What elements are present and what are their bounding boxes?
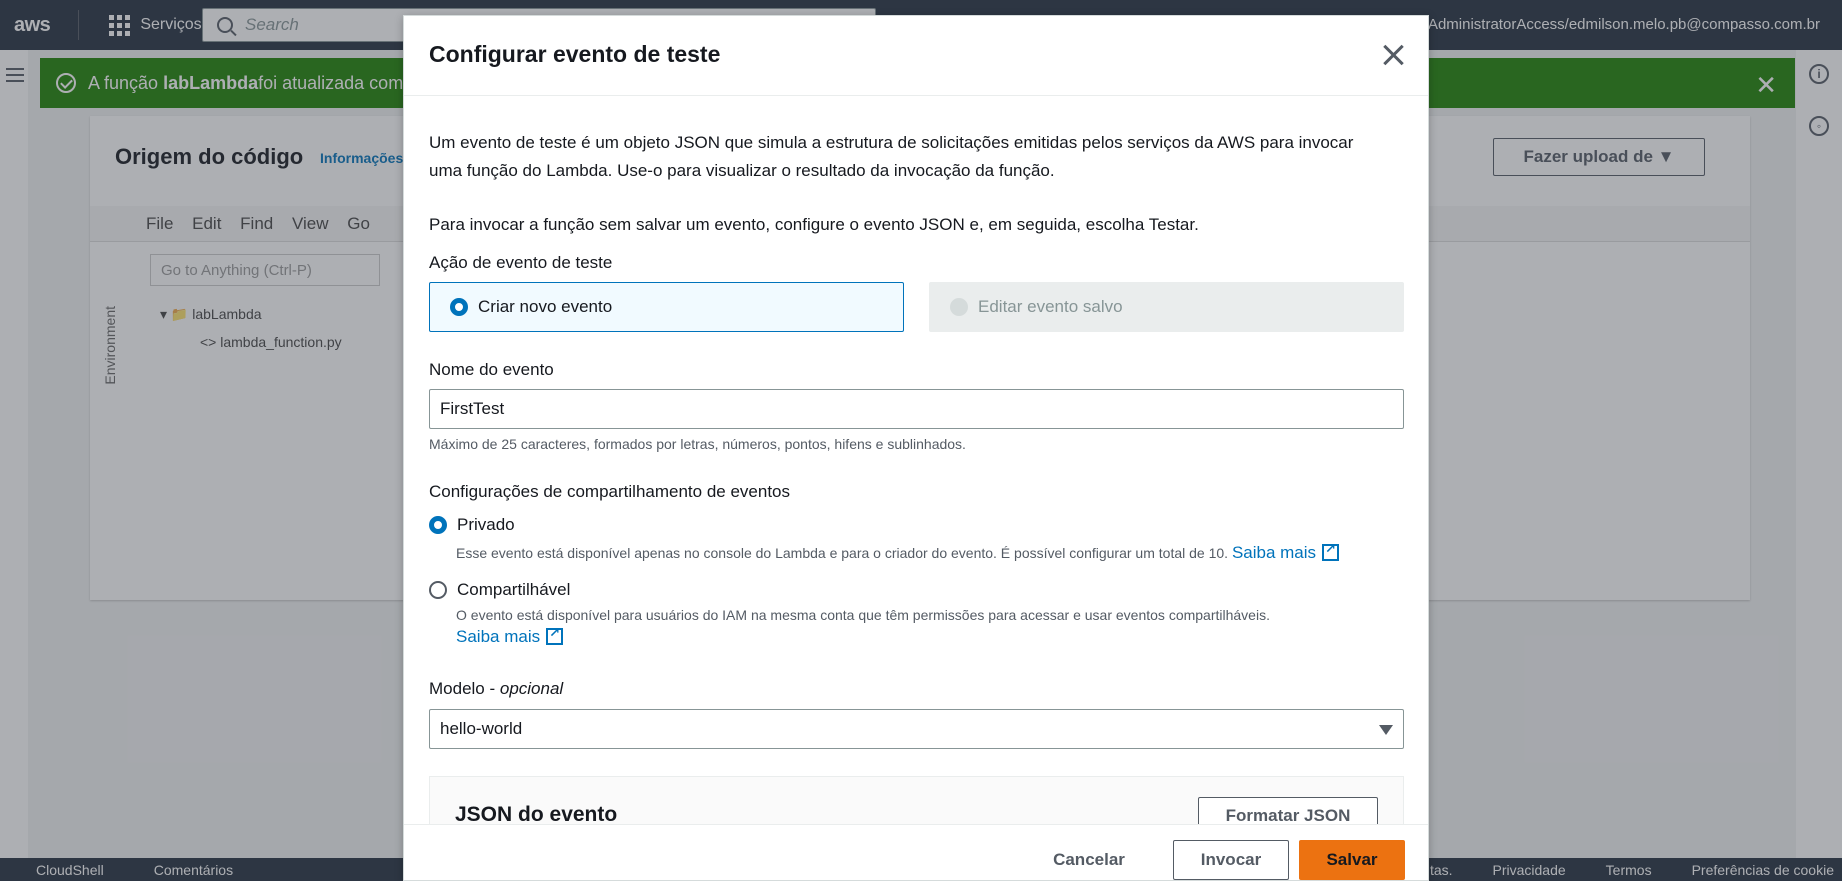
event-name-field[interactable]: FirstTest <box>429 389 1404 429</box>
create-new-event-tile[interactable]: Criar novo evento <box>429 282 904 332</box>
create-new-event-label: Criar novo evento <box>478 297 613 316</box>
cancel-button[interactable]: Cancelar <box>1034 840 1144 880</box>
private-option[interactable]: Privado <box>429 515 515 535</box>
modal-title: Configurar evento de teste <box>429 41 721 67</box>
template-optional: opcional <box>499 679 564 698</box>
shareable-option[interactable]: Compartilhável <box>429 580 570 600</box>
sharing-label: Configurações de compartilhamento de eve… <box>429 482 790 501</box>
radio-disabled <box>950 298 968 316</box>
learn-more-link[interactable]: Saiba mais <box>1231 541 1340 562</box>
template-select[interactable]: hello-world <box>429 709 1404 749</box>
private-label: Privado <box>457 515 515 534</box>
shareable-description: O evento está disponível para usuários d… <box>456 607 1270 623</box>
caret-down-icon <box>1379 725 1393 735</box>
template-label: Modelo - opcional <box>429 679 563 699</box>
private-radio[interactable] <box>429 516 447 534</box>
external-link-icon <box>546 625 564 645</box>
radio-selected[interactable] <box>450 298 468 316</box>
shareable-label: Compartilhável <box>457 580 571 599</box>
private-description: Esse evento está disponível apenas no co… <box>456 541 1340 563</box>
close-icon[interactable] <box>1382 44 1404 66</box>
invoke-button[interactable]: Invocar <box>1173 840 1289 880</box>
intro-text: Um evento de teste é um objeto JSON que … <box>429 129 1353 185</box>
intro-line-1: Um evento de teste é um objeto JSON que … <box>429 133 1354 152</box>
template-label-text: Modelo - <box>429 679 500 698</box>
learn-more-label-2: Saiba mais <box>456 627 541 646</box>
learn-more-link-2[interactable]: Saiba mais <box>456 625 564 647</box>
shareable-radio[interactable] <box>429 581 447 599</box>
intro-text-2: Para invocar a função sem salvar um even… <box>429 215 1199 234</box>
save-button[interactable]: Salvar <box>1299 840 1405 880</box>
edit-saved-event-label: Editar evento salvo <box>978 297 1123 316</box>
external-link-icon <box>1322 541 1340 561</box>
template-value: hello-world <box>440 719 523 738</box>
modal-header: Configurar evento de teste <box>404 16 1428 96</box>
action-label: Ação de evento de teste <box>429 253 613 272</box>
private-desc-text: Esse evento está disponível apenas no co… <box>456 545 1229 561</box>
edit-saved-event-tile: Editar evento salvo <box>929 282 1404 332</box>
learn-more-label: Saiba mais <box>1231 543 1317 562</box>
modal-footer: Cancelar Invocar Salvar <box>404 824 1428 880</box>
configure-test-event-modal: Configurar evento de teste Um evento de … <box>403 15 1429 881</box>
intro-line-2: uma função do Lambda. Use-o para visuali… <box>429 161 1055 180</box>
event-name-hint: Máximo de 25 caracteres, formados por le… <box>429 436 966 452</box>
event-name-label: Nome do evento <box>429 360 554 379</box>
